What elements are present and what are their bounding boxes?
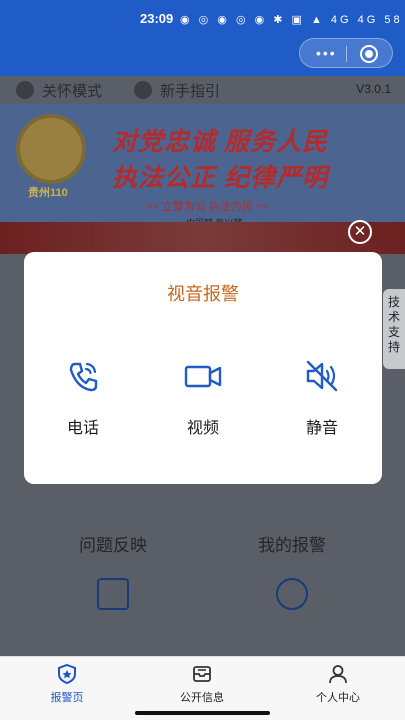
tech-support-label: 技术支持 — [388, 295, 401, 354]
capsule-divider — [346, 46, 347, 62]
guide-label: 新手指引 — [160, 83, 221, 100]
home-indicator[interactable] — [135, 711, 270, 715]
emblem-text: 贵州110 — [28, 187, 68, 199]
care-mode-label: 关怀模式 — [42, 83, 103, 100]
police-emblem-icon — [16, 114, 86, 184]
tab-public-info[interactable]: 公开信息 — [147, 663, 257, 705]
tab-personal-center-label: 个人中心 — [316, 692, 360, 704]
care-mode-icon — [16, 81, 34, 99]
video-label: 视频 — [186, 420, 219, 437]
version-label: V3.0.1 — [356, 82, 391, 96]
status-time: 23:09 — [140, 11, 174, 26]
tab-public-info-label: 公开信息 — [180, 692, 224, 704]
video-camera-icon — [184, 365, 222, 388]
my-reports-label: 我的报警 — [258, 536, 326, 555]
phone-label: 电话 — [66, 420, 99, 437]
tab-personal-center[interactable]: 个人中心 — [283, 663, 393, 705]
top-bar: 23:09 ◉ ◎ ◉ ◎ ◉ ✱ ▣ ▲ 4G 4G 58 ••• — [0, 0, 405, 76]
person-icon — [329, 665, 347, 684]
inbox-icon — [193, 666, 211, 682]
tab-alarm-page[interactable]: 报警页 — [12, 663, 122, 705]
miniapp-capsule: ••• — [299, 38, 393, 68]
guide-link[interactable]: 新手指引 — [134, 80, 220, 101]
care-mode-toggle[interactable]: 关怀模式 — [16, 80, 102, 101]
police-badge-icon — [58, 663, 76, 685]
banner-title-line2: 执法公正 纪律严明 — [112, 164, 328, 192]
edit-icon — [97, 578, 129, 610]
video-option-button[interactable]: 视频 — [163, 356, 243, 438]
tech-support-tab[interactable]: 技术支持 — [383, 289, 405, 369]
phone-option-button[interactable]: 电话 — [43, 356, 123, 438]
phone-icon — [69, 362, 98, 392]
av-alarm-modal: 视音报警 电话 视频 静音 — [24, 252, 382, 484]
banner-ribbon — [0, 222, 405, 254]
guide-icon — [134, 81, 152, 99]
hero-banner: 贵州110 对党忠诚 服务人民 执法公正 纪律严明 >> 立警为公 执法为民 <… — [0, 104, 405, 254]
modal-title: 视音报警 — [167, 284, 239, 304]
mute-label: 静音 — [305, 420, 338, 437]
mute-option-button[interactable]: 静音 — [282, 356, 362, 438]
status-bar: 23:09 ◉ ◎ ◉ ◎ ◉ ✱ ▣ ▲ 4G 4G 58 — [0, 10, 405, 30]
status-icons: ◉ ◎ ◉ ◎ ◉ ✱ ▣ ▲ 4G 4G 58 — [180, 14, 403, 26]
tab-alarm-page-label: 报警页 — [50, 692, 84, 704]
mute-speaker-icon — [306, 360, 338, 392]
target-icon[interactable] — [360, 45, 378, 63]
history-icon — [276, 578, 308, 610]
mode-bar: 关怀模式 新手指引 V3.0.1 — [0, 76, 405, 104]
feedback-label: 问题反映 — [79, 536, 147, 555]
banner-slogan: >> 立警为公 执法为民 << — [146, 201, 269, 213]
feedback-link[interactable]: 问题反映 — [33, 531, 193, 610]
my-reports-link[interactable]: 我的报警 — [212, 531, 372, 610]
more-dots-icon[interactable]: ••• — [316, 45, 337, 61]
close-icon[interactable]: ✕ — [348, 220, 372, 244]
banner-title-line1: 对党忠诚 服务人民 — [112, 128, 328, 156]
